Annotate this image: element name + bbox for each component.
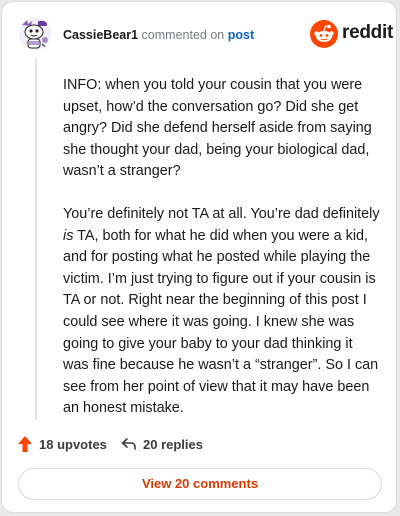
comment-text: You’re definitely not TA at all. You’re … xyxy=(63,205,380,222)
comment-actions: 18 upvotes 20 replies xyxy=(18,434,378,454)
comment-text: TA, both for what he did when you were a… xyxy=(63,227,379,417)
commented-label: commented on xyxy=(141,28,225,42)
post-link[interactable]: post xyxy=(228,28,254,42)
arrow-up-icon xyxy=(18,436,32,452)
comment-meta: CassieBear1 commented on post xyxy=(63,27,254,43)
upvote-button[interactable]: 18 upvotes xyxy=(18,434,107,454)
comment-body: INFO: when you told your cousin that you… xyxy=(63,75,381,441)
replies-count: 20 replies xyxy=(143,436,203,452)
comment-emphasis: is xyxy=(63,227,74,244)
reddit-snoo-icon xyxy=(310,20,338,48)
reddit-logo[interactable]: reddit xyxy=(310,20,393,48)
reddit-wordmark: reddit xyxy=(342,22,393,43)
thread-line[interactable] xyxy=(35,58,37,420)
replies-button[interactable]: 20 replies xyxy=(121,434,203,454)
upvote-count: 18 upvotes xyxy=(39,436,107,452)
comment-paragraph: INFO: when you told your cousin that you… xyxy=(63,77,372,180)
view-comments-button[interactable]: View 20 comments xyxy=(18,468,382,500)
comment-paragraph: You’re definitely not TA at all. You’re … xyxy=(63,204,381,420)
comment-card: CassieBear1 commented on post reddit INF… xyxy=(1,1,397,513)
user-avatar[interactable] xyxy=(19,18,51,50)
reply-arrow-icon xyxy=(121,438,136,450)
username-link[interactable]: CassieBear1 xyxy=(63,28,138,42)
comment-header: CassieBear1 commented on post reddit xyxy=(2,2,398,66)
snoo-avatar-icon xyxy=(19,18,51,50)
